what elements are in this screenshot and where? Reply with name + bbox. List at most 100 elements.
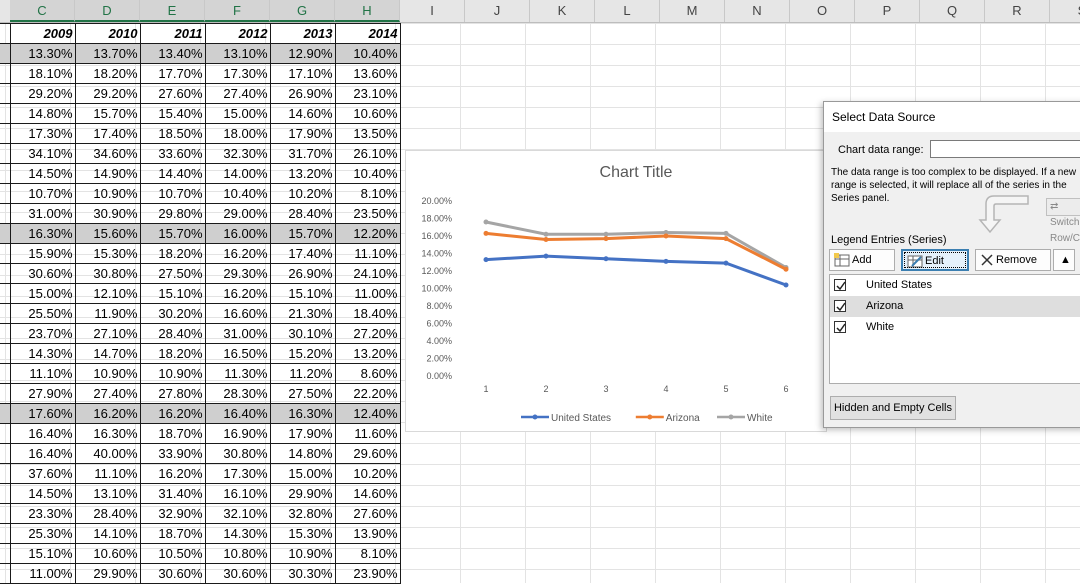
series-list-item[interactable]: United States xyxy=(830,275,1080,296)
data-cell[interactable]: 15.70% xyxy=(269,223,336,244)
row-stub[interactable] xyxy=(0,43,11,64)
row-stub[interactable] xyxy=(0,23,11,44)
data-cell[interactable]: 29.80% xyxy=(139,203,206,224)
data-cell[interactable]: 31.70% xyxy=(269,143,336,164)
row-stub[interactable] xyxy=(0,303,11,324)
data-cell[interactable]: 34.10% xyxy=(9,143,76,164)
data-cell[interactable]: 15.20% xyxy=(269,343,336,364)
year-header-cell[interactable]: 2011 xyxy=(139,23,206,44)
row-stub[interactable] xyxy=(0,423,11,444)
data-cell[interactable]: 14.40% xyxy=(139,163,206,184)
row-stub[interactable] xyxy=(0,123,11,144)
column-header-O[interactable]: O xyxy=(790,0,855,22)
column-header-F[interactable]: F xyxy=(205,0,270,22)
series-checkbox[interactable] xyxy=(834,300,846,312)
data-cell[interactable]: 11.30% xyxy=(204,363,271,384)
data-cell[interactable]: 16.30% xyxy=(269,403,336,424)
data-cell[interactable]: 16.30% xyxy=(9,223,76,244)
data-cell[interactable]: 17.90% xyxy=(269,123,336,144)
line-chart[interactable]: Chart Title 0.00% 2.00% 4.00% 6.00% 8.00% 10.0… xyxy=(405,150,827,432)
data-cell[interactable]: 40.00% xyxy=(74,443,141,464)
data-cell[interactable]: 10.70% xyxy=(139,183,206,204)
chart-data-range-input[interactable] xyxy=(930,140,1080,158)
data-cell[interactable]: 27.50% xyxy=(139,263,206,284)
data-cell[interactable]: 15.00% xyxy=(9,283,76,304)
data-cell[interactable]: 29.30% xyxy=(204,263,271,284)
data-cell[interactable]: 28.40% xyxy=(269,203,336,224)
data-cell[interactable]: 37.60% xyxy=(9,463,76,484)
column-header-Q[interactable]: Q xyxy=(920,0,985,22)
row-stub[interactable] xyxy=(0,523,11,544)
row-stub[interactable] xyxy=(0,283,11,304)
data-cell[interactable]: 11.10% xyxy=(334,243,401,264)
row-stub[interactable] xyxy=(0,323,11,344)
year-header-cell[interactable]: 2013 xyxy=(269,23,336,44)
data-cell[interactable]: 16.20% xyxy=(139,403,206,424)
data-cell[interactable]: 14.70% xyxy=(74,343,141,364)
data-cell[interactable]: 10.60% xyxy=(334,103,401,124)
data-cell[interactable]: 8.10% xyxy=(334,543,401,564)
chart-title[interactable]: Chart Title xyxy=(600,164,673,181)
column-header-H[interactable]: H xyxy=(335,0,400,22)
data-cell[interactable]: 10.50% xyxy=(139,543,206,564)
data-cell[interactable]: 17.30% xyxy=(9,123,76,144)
data-cell[interactable]: 17.60% xyxy=(9,403,76,424)
series-point[interactable] xyxy=(483,230,489,236)
data-cell[interactable]: 27.40% xyxy=(204,83,271,104)
data-cell[interactable]: 13.60% xyxy=(334,63,401,84)
data-cell[interactable]: 23.50% xyxy=(334,203,401,224)
switch-row-column-button[interactable]: ⇄ Switch Row/Column xyxy=(1046,198,1080,244)
row-stub[interactable] xyxy=(0,103,11,124)
data-cell[interactable]: 17.10% xyxy=(269,63,336,84)
data-cell[interactable]: 18.70% xyxy=(139,523,206,544)
series-line-1[interactable] xyxy=(485,231,787,271)
data-cell[interactable]: 29.90% xyxy=(74,563,141,584)
hidden-empty-cells-button[interactable]: Hidden and Empty Cells xyxy=(830,396,956,420)
data-cell[interactable]: 17.70% xyxy=(139,63,206,84)
series-point[interactable] xyxy=(543,253,549,259)
data-cell[interactable]: 14.50% xyxy=(9,483,76,504)
data-cell[interactable]: 27.40% xyxy=(74,383,141,404)
data-cell[interactable]: 16.20% xyxy=(139,463,206,484)
data-cell[interactable]: 27.80% xyxy=(139,383,206,404)
data-cell[interactable]: 15.40% xyxy=(139,103,206,124)
data-cell[interactable]: 14.00% xyxy=(204,163,271,184)
data-cell[interactable]: 10.40% xyxy=(334,163,401,184)
data-cell[interactable]: 13.50% xyxy=(334,123,401,144)
series-checkbox[interactable] xyxy=(834,279,846,291)
data-cell[interactable]: 15.70% xyxy=(74,103,141,124)
data-cell[interactable]: 17.40% xyxy=(74,123,141,144)
data-cell[interactable]: 32.80% xyxy=(269,503,336,524)
data-cell[interactable]: 10.90% xyxy=(74,363,141,384)
data-cell[interactable]: 27.50% xyxy=(269,383,336,404)
data-cell[interactable]: 27.60% xyxy=(139,83,206,104)
data-cell[interactable]: 14.90% xyxy=(74,163,141,184)
data-cell[interactable]: 16.20% xyxy=(204,243,271,264)
series-point[interactable] xyxy=(483,219,489,225)
row-stub[interactable] xyxy=(0,363,11,384)
year-header-cell[interactable]: 2009 xyxy=(9,23,76,44)
column-header-R[interactable]: R xyxy=(985,0,1050,22)
data-cell[interactable]: 8.10% xyxy=(334,183,401,204)
column-header-K[interactable]: K xyxy=(530,0,595,22)
data-cell[interactable]: 16.30% xyxy=(74,423,141,444)
data-cell[interactable]: 28.30% xyxy=(204,383,271,404)
legend-label[interactable]: United States xyxy=(551,413,611,424)
data-cell[interactable]: 13.30% xyxy=(9,43,76,64)
data-cell[interactable]: 17.30% xyxy=(204,463,271,484)
column-header-J[interactable]: J xyxy=(465,0,530,22)
series-point[interactable] xyxy=(723,236,729,242)
data-cell[interactable]: 13.10% xyxy=(204,43,271,64)
series-point[interactable] xyxy=(483,257,489,263)
row-stub[interactable] xyxy=(0,83,11,104)
series-point[interactable] xyxy=(603,231,609,237)
data-cell[interactable]: 13.20% xyxy=(269,163,336,184)
row-stub[interactable] xyxy=(0,463,11,484)
row-stub[interactable] xyxy=(0,263,11,284)
data-cell[interactable]: 18.40% xyxy=(334,303,401,324)
year-header-cell[interactable]: 2012 xyxy=(204,23,271,44)
series-point[interactable] xyxy=(723,230,729,236)
data-cell[interactable]: 28.40% xyxy=(139,323,206,344)
data-cell[interactable]: 18.50% xyxy=(139,123,206,144)
series-point[interactable] xyxy=(783,282,789,288)
